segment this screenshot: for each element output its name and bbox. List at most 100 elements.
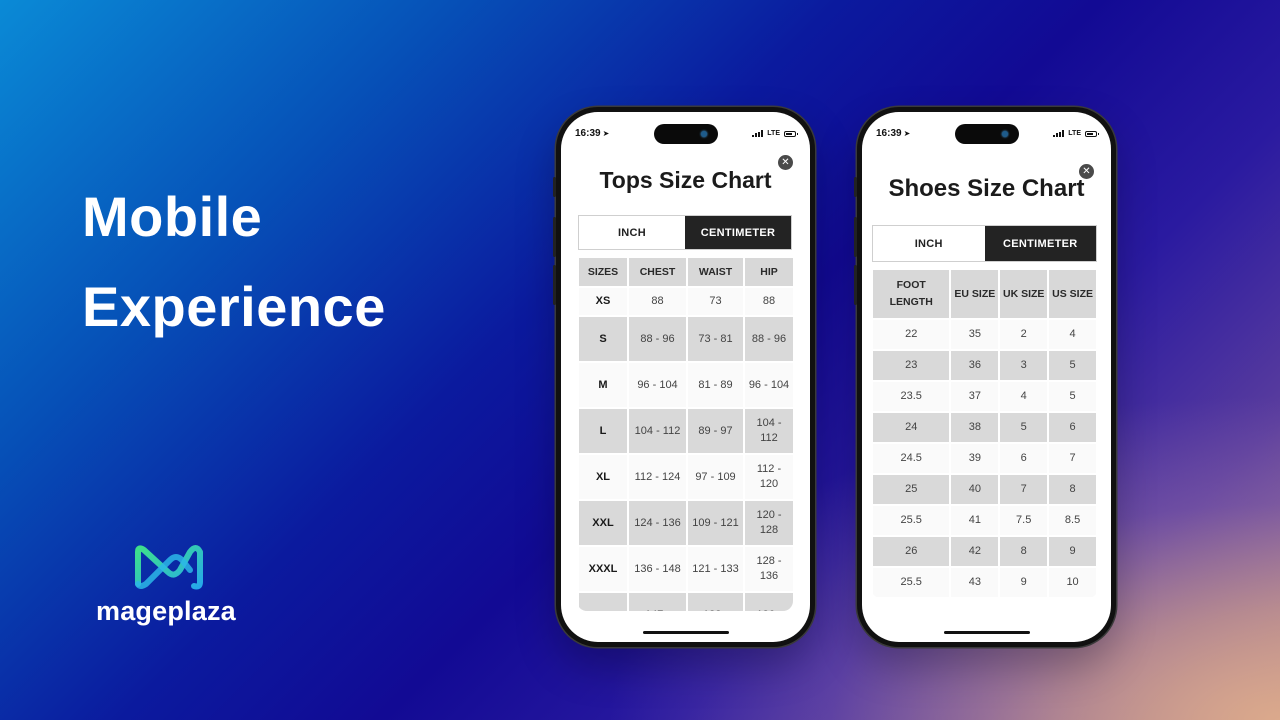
column-header: CHEST <box>629 258 686 286</box>
row-label-cell: XXXL <box>579 547 627 591</box>
table-cell: 5 <box>1000 413 1048 442</box>
battery-icon <box>1085 130 1099 137</box>
row-label-cell: L <box>579 409 627 453</box>
location-arrow-icon: ➤ <box>903 129 911 138</box>
home-indicator[interactable] <box>943 631 1030 634</box>
row-label-cell: M <box>579 363 627 407</box>
phone-side-button <box>553 177 556 197</box>
column-header: UK SIZE <box>1000 270 1048 318</box>
table-cell: 73 <box>688 288 743 315</box>
table-cell: 10 <box>1049 568 1096 597</box>
column-header: HIP <box>745 258 793 286</box>
network-label: LTE <box>767 130 780 137</box>
mageplaza-m-logo-icon <box>135 545 203 590</box>
row-label-cell: 25 <box>873 475 950 504</box>
table-row: XXXL 136 - 148 121 - 133 128 - 136 <box>579 547 793 591</box>
table-row: 147 -133 -136 - <box>579 593 793 611</box>
row-label-cell: 23.5 <box>873 382 950 411</box>
table-cell: 8.5 <box>1049 506 1096 535</box>
table-cell: 4 <box>1000 382 1048 411</box>
phone-screen: 16:39 ➤ LTE ✕ Tops Size Chart INCH CENTIM… <box>561 112 810 642</box>
table-cell: 8 <box>1049 475 1096 504</box>
table-cell: 9 <box>1049 537 1096 566</box>
table-cell: 36 <box>951 351 999 380</box>
hero-title-line-2: Experience <box>82 275 386 338</box>
row-label-cell: 22 <box>873 320 950 349</box>
row-label-cell: S <box>579 317 627 361</box>
table-cell: 81 - 89 <box>688 363 743 407</box>
table-row: 25 40 7 8 <box>873 475 1096 504</box>
hero-title-line-1: Mobile <box>82 185 263 248</box>
table-row: 24.5 39 6 7 <box>873 444 1096 473</box>
chart-title: Tops Size Chart <box>599 167 772 193</box>
unit-toggle: INCH CENTIMETER <box>872 225 1097 262</box>
table-row: L 104 - 112 89 - 97 104 - 112 <box>579 409 793 453</box>
table-cell: 38 <box>951 413 999 442</box>
table-cell: 39 <box>951 444 999 473</box>
phone-volume-up-button <box>854 217 857 257</box>
size-table: FOOT LENGTH EU SIZE UK SIZE US SIZE 22 35… <box>871 268 1098 598</box>
phone-volume-down-button <box>854 265 857 305</box>
row-label-cell <box>579 593 627 611</box>
table-cell: 7 <box>1000 475 1048 504</box>
table-cell: 112 - 124 <box>629 455 686 499</box>
table-cell: 7.5 <box>1000 506 1048 535</box>
phone-tops: 16:39 ➤ LTE ✕ Tops Size Chart INCH CENTIM… <box>553 107 815 647</box>
status-bar: 16:39 ➤ LTE <box>561 122 810 144</box>
table-cell: 136 - <box>745 593 793 611</box>
table-cell: 5 <box>1049 351 1096 380</box>
phone-screen: 16:39 ➤ LTE ✕ Shoes Size Chart INCH CENTI… <box>862 112 1111 642</box>
table-cell: 88 <box>629 288 686 315</box>
phone-shoes: 16:39 ➤ LTE ✕ Shoes Size Chart INCH CENTI… <box>854 107 1116 647</box>
row-label-cell: 25.5 <box>873 568 950 597</box>
table-cell: 104 - 112 <box>629 409 686 453</box>
chart-title: Shoes Size Chart <box>888 175 1085 202</box>
table-row: XL 112 - 124 97 - 109 112 - 120 <box>579 455 793 499</box>
signal-icon <box>752 130 764 137</box>
tab-centimeter[interactable]: CENTIMETER <box>984 226 1096 261</box>
table-cell: 96 - 104 <box>629 363 686 407</box>
tab-inch[interactable]: INCH <box>579 216 685 249</box>
size-table-scroll[interactable]: FOOT LENGTH EU SIZE UK SIZE US SIZE 22 35… <box>871 268 1098 598</box>
table-row: 24 38 5 6 <box>873 413 1096 442</box>
table-cell: 7 <box>1049 444 1096 473</box>
table-row: S 88 - 96 73 - 81 88 - 96 <box>579 317 793 361</box>
table-cell: 43 <box>951 568 999 597</box>
table-cell: 5 <box>1049 382 1096 411</box>
size-table-scroll[interactable]: SIZES CHEST WAIST HIP XS 88 73 88 S 88 - 96 73… <box>577 256 793 611</box>
table-cell: 6 <box>1000 444 1048 473</box>
table-cell: 121 - 133 <box>688 547 743 591</box>
column-header: EU SIZE <box>951 270 999 318</box>
table-row: XS 88 73 88 <box>579 288 793 315</box>
column-header: WAIST <box>688 258 743 286</box>
row-label-cell: 24 <box>873 413 950 442</box>
column-header: SIZES <box>579 258 627 286</box>
dynamic-island <box>954 124 1019 144</box>
column-header: US SIZE <box>1049 270 1096 318</box>
phone-volume-down-button <box>553 265 556 305</box>
table-cell: 73 - 81 <box>688 317 743 361</box>
status-time: 16:39 ➤ <box>876 128 911 139</box>
table-cell: 88 - 96 <box>629 317 686 361</box>
row-label-cell: 23 <box>873 351 950 380</box>
phone-side-button <box>854 177 857 197</box>
table-cell: 35 <box>951 320 999 349</box>
tab-inch[interactable]: INCH <box>873 226 985 261</box>
brand-name: mageplaza <box>96 596 236 626</box>
row-label-cell: 25.5 <box>873 506 950 535</box>
table-cell: 88 - 96 <box>745 317 793 361</box>
table-row: M 96 - 104 81 - 89 96 - 104 <box>579 363 793 407</box>
camera-icon <box>700 131 707 137</box>
home-indicator[interactable] <box>642 631 729 634</box>
table-cell: 109 - 121 <box>688 501 743 545</box>
status-time: 16:39 ➤ <box>575 128 610 139</box>
tab-centimeter[interactable]: CENTIMETER <box>685 216 791 249</box>
table-cell: 3 <box>1000 351 1048 380</box>
table-row: 25.5 43 9 10 <box>873 568 1096 597</box>
row-label-cell: XXL <box>579 501 627 545</box>
row-label-cell: XS <box>579 288 627 315</box>
table-cell: 88 <box>745 288 793 315</box>
location-arrow-icon: ➤ <box>602 129 610 138</box>
table-row: 26 42 8 9 <box>873 537 1096 566</box>
table-cell: 124 - 136 <box>629 501 686 545</box>
